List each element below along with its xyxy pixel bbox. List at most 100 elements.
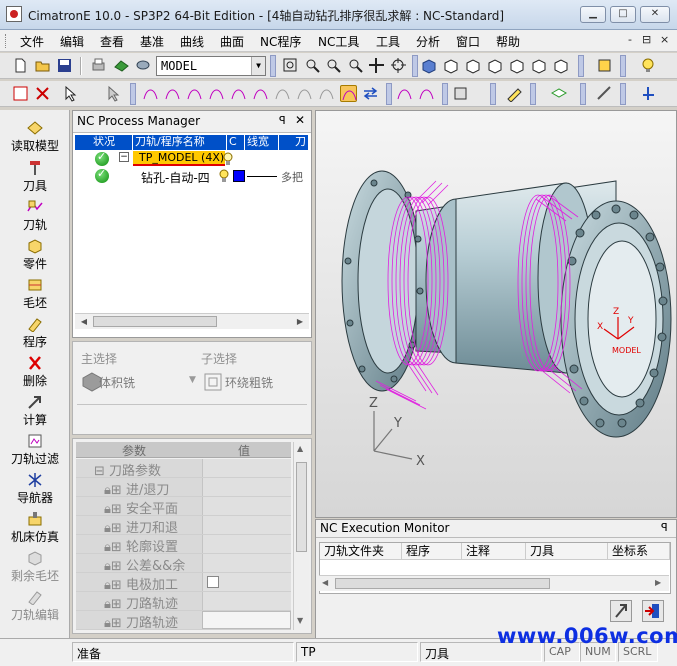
graphics-viewport[interactable]: Z Y X MODEL Z Y X — [315, 110, 677, 518]
vertical-scrollbar[interactable]: ▲ ▼ — [293, 442, 309, 630]
mdi-minimize-button[interactable]: - — [628, 33, 632, 46]
view-back-icon[interactable] — [552, 57, 569, 74]
scroll-right-icon[interactable]: ▶ — [293, 315, 307, 328]
collapse-icon[interactable]: − — [119, 152, 129, 162]
col-tool[interactable]: 刀 — [279, 135, 309, 150]
close-button[interactable]: ✕ — [640, 6, 670, 23]
col-ucs[interactable]: 坐标系 — [608, 543, 670, 560]
cmd-machine-sim[interactable]: 机床仿真 — [0, 511, 70, 545]
view-front-icon[interactable] — [442, 57, 459, 74]
table-row[interactable]: 🔒︎⊞ 公差&&余 — [76, 554, 291, 574]
toolbar-grip[interactable] — [578, 55, 584, 77]
mdi-restore-button[interactable]: ⊟ — [642, 33, 651, 46]
toolbar-grip[interactable] — [412, 55, 418, 77]
minimize-button[interactable]: ▁ — [580, 6, 606, 23]
expand-icon[interactable]: ⊞ — [111, 502, 122, 517]
zoom-window-icon[interactable] — [304, 57, 321, 74]
execute-button[interactable] — [610, 600, 632, 622]
tree-row[interactable]: 钻孔-自动-四 多把 — [75, 167, 309, 186]
toolbar-grip[interactable] — [580, 83, 586, 105]
menu-tools[interactable]: 工具 — [376, 33, 400, 50]
close-icon[interactable]: ✕ — [295, 113, 305, 127]
chevron-down-icon[interactable]: ▼ — [189, 375, 196, 385]
expand-icon[interactable]: ⊞ — [111, 597, 122, 612]
col-value[interactable]: 值 — [238, 442, 250, 459]
menu-analysis[interactable]: 分析 — [416, 33, 440, 50]
lightbulb-icon[interactable] — [219, 169, 229, 183]
view-top-icon[interactable] — [464, 57, 481, 74]
toolbar-grip[interactable] — [490, 83, 496, 105]
view-right-icon[interactable] — [486, 57, 503, 74]
scroll-left-icon[interactable]: ◀ — [322, 578, 328, 587]
collapse-icon[interactable]: ⊟ — [94, 464, 105, 479]
expand-icon[interactable]: ⊞ — [111, 521, 122, 536]
curve-tool-icon[interactable] — [142, 85, 159, 102]
exit-button[interactable] — [642, 600, 664, 622]
procedure-name[interactable]: 钻孔-自动-四 — [141, 169, 210, 186]
analysis-icon[interactable] — [418, 85, 435, 102]
table-row[interactable]: 🔒︎⊞ 刀路轨迹 — [76, 611, 291, 631]
set-active-icon[interactable] — [113, 57, 130, 74]
mdi-close-button[interactable]: × — [660, 33, 669, 46]
menu-nc-tools[interactable]: NC工具 — [318, 33, 359, 50]
scroll-thumb[interactable] — [296, 462, 307, 552]
electrode-checkbox[interactable] — [207, 576, 219, 588]
delete-select-icon[interactable] — [34, 85, 51, 102]
toolbar-grip[interactable] — [270, 55, 276, 77]
color-swatch[interactable] — [233, 170, 245, 182]
cmd-execute[interactable]: 计算 — [0, 394, 70, 428]
scroll-down-icon[interactable]: ▼ — [297, 616, 303, 625]
expand-icon[interactable]: ⊞ — [111, 540, 122, 555]
expand-icon[interactable]: ⊞ — [111, 578, 122, 593]
view-iso-icon[interactable] — [420, 57, 437, 74]
pick-icon[interactable] — [105, 85, 122, 102]
col-tool[interactable]: 刀具 — [526, 543, 608, 560]
cmd-tool[interactable]: 刀具 — [0, 160, 70, 194]
print-icon[interactable] — [90, 57, 107, 74]
save-icon[interactable] — [56, 57, 73, 74]
rotate-icon[interactable] — [390, 57, 407, 74]
view-bottom-icon[interactable] — [530, 57, 547, 74]
col-param[interactable]: 参数 — [122, 442, 146, 459]
light-icon[interactable] — [640, 57, 657, 74]
open-folder-icon[interactable] — [34, 57, 51, 74]
curve-tool-icon[interactable] — [208, 85, 225, 102]
select-filter-icon[interactable] — [12, 85, 29, 102]
curve-tool-icon[interactable] — [186, 85, 203, 102]
pin-icon[interactable]: ꟼ — [279, 114, 286, 127]
cmd-delete[interactable]: 删除 — [0, 355, 70, 389]
col-program[interactable]: 程序 — [402, 543, 462, 560]
layer-icon[interactable] — [550, 85, 568, 102]
model-combo[interactable]: MODEL ▼ — [156, 56, 266, 76]
pointer-icon[interactable] — [62, 85, 79, 102]
chevron-down-icon[interactable]: ▼ — [251, 57, 265, 75]
highlight-mode-icon[interactable] — [340, 85, 357, 102]
measure-icon[interactable] — [596, 85, 613, 102]
curve-tool-icon[interactable] — [274, 85, 291, 102]
scroll-right-icon[interactable]: ▶ — [655, 578, 661, 587]
search-icon[interactable] — [347, 57, 364, 74]
cmd-part[interactable]: 零件 — [0, 238, 70, 272]
zoom-icon[interactable] — [325, 57, 342, 74]
cmd-toolpath-filter[interactable]: 刀轨过滤 — [0, 433, 70, 467]
menu-surface[interactable]: 曲面 — [220, 33, 244, 50]
table-row[interactable]: 🔒︎⊞ 进刀和退 — [76, 516, 291, 536]
sub-selection-value[interactable]: 环绕粗铣 — [225, 374, 273, 391]
curve-tool-icon[interactable] — [252, 85, 269, 102]
view-left-icon[interactable] — [508, 57, 525, 74]
col-name[interactable]: 刀轨/程序名称 — [133, 135, 227, 150]
menu-curve[interactable]: 曲线 — [180, 33, 204, 50]
tree-row[interactable]: − TP_MODEL (4X) — [75, 150, 309, 168]
scroll-thumb[interactable] — [93, 316, 217, 327]
table-row[interactable]: 🔒︎⊞ 刀路轨迹 — [76, 592, 291, 612]
curve-tool-icon[interactable] — [164, 85, 181, 102]
col-linewidth[interactable]: 线宽 — [245, 135, 279, 150]
expand-icon[interactable]: ⊞ — [111, 616, 122, 631]
edit-curve-icon[interactable] — [506, 85, 523, 103]
menu-file[interactable]: 文件 — [20, 33, 44, 50]
display-mode-icon[interactable] — [596, 57, 613, 74]
toolbar-grip[interactable] — [620, 83, 626, 105]
tool-table-icon[interactable] — [452, 85, 469, 102]
cmd-procedure[interactable]: 程序 — [0, 316, 70, 350]
scroll-left-icon[interactable]: ◀ — [77, 315, 91, 328]
